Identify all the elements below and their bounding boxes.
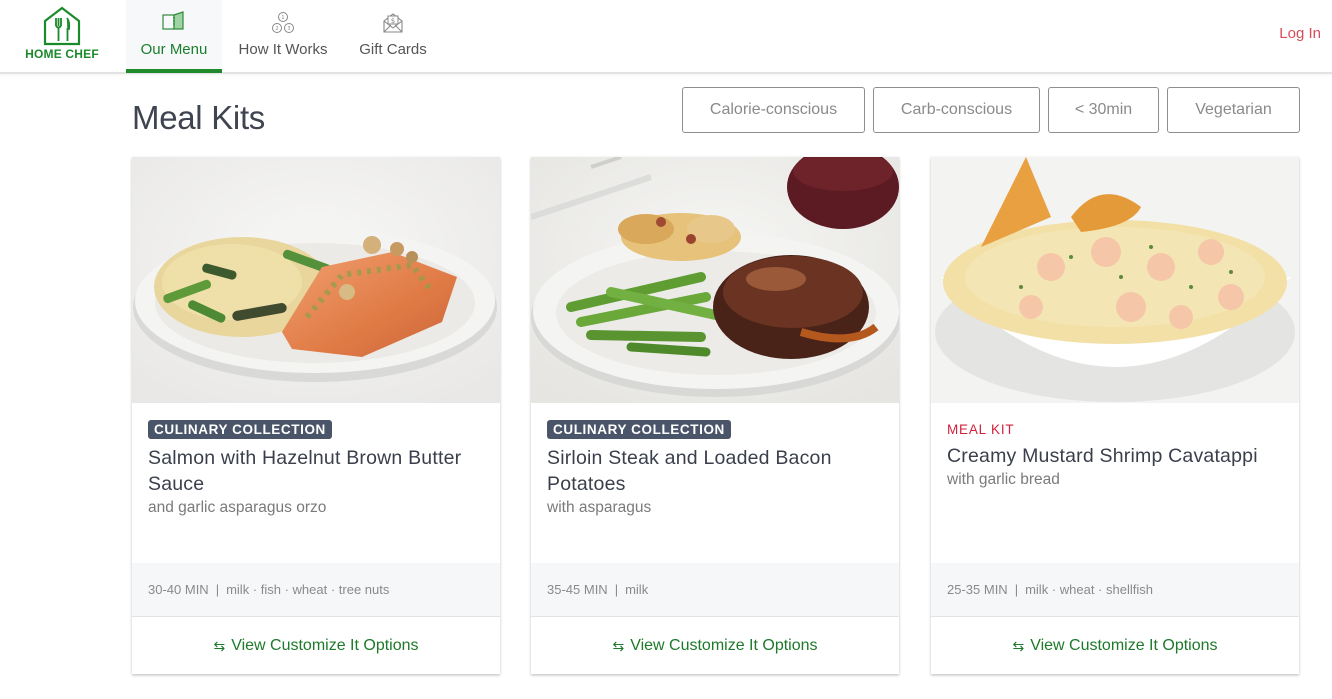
login-link[interactable]: Log In (1279, 25, 1321, 42)
meal-photo-shrimp-pasta[interactable] (931, 157, 1299, 403)
meal-meta: 35-45 MIN | milk (531, 563, 899, 617)
view-customize-options-button[interactable]: ⇆ View Customize It Options (132, 618, 500, 674)
svg-text:$: $ (391, 17, 395, 25)
filter-under-30min[interactable]: < 30min (1048, 87, 1159, 133)
nav-how-it-works[interactable]: 1 2 3 How It Works (230, 0, 336, 73)
svg-text:3: 3 (287, 26, 290, 32)
swap-arrows-icon: ⇆ (213, 637, 226, 654)
steps-icon: 1 2 3 (269, 11, 297, 41)
meal-meta: 25-35 MIN | milk · wheat · shellfish (931, 563, 1299, 617)
filter-vegetarian[interactable]: Vegetarian (1167, 87, 1300, 133)
meal-meta: 30-40 MIN | milk · fish · wheat · tree n… (132, 563, 500, 617)
cook-time: 35-45 MIN (547, 582, 608, 597)
nav-label: Gift Cards (359, 41, 427, 58)
nav-our-menu[interactable]: Our Menu (126, 0, 222, 73)
nav-label: Our Menu (140, 41, 208, 58)
filter-carb-conscious[interactable]: Carb-conscious (873, 87, 1040, 133)
page-title: Meal Kits (132, 99, 266, 136)
home-chef-logo[interactable]: HOME CHEF (18, 6, 106, 66)
menu-book-icon (161, 11, 187, 37)
meal-card-body: CULINARY COLLECTION Salmon with Hazelnut… (132, 403, 500, 563)
cook-time: 30-40 MIN (148, 582, 209, 597)
collection-badge: CULINARY COLLECTION (148, 420, 332, 439)
meal-photo-steak[interactable] (531, 157, 899, 403)
meal-card-body: MEAL KIT Creamy Mustard Shrimp Cavatappi… (931, 403, 1299, 563)
meal-card: CULINARY COLLECTION Salmon with Hazelnut… (132, 157, 500, 674)
gift-envelope-icon: $ (381, 11, 405, 39)
meal-subtitle: and garlic asparagus orzo (148, 499, 327, 516)
customize-label: View Customize It Options (231, 637, 419, 654)
svg-text:1: 1 (281, 15, 284, 21)
nav-gift-cards[interactable]: $ Gift Cards (352, 0, 434, 73)
meta-separator: | (1014, 582, 1019, 597)
meta-separator: | (614, 582, 619, 597)
meal-subtitle: with asparagus (547, 499, 652, 516)
allergens: milk · wheat · shellfish (1025, 582, 1153, 597)
meal-kit-badge: MEAL KIT (947, 422, 1015, 437)
svg-text:2: 2 (275, 26, 278, 32)
view-customize-options-button[interactable]: ⇆ View Customize It Options (931, 618, 1299, 674)
meal-card: MEAL KIT Creamy Mustard Shrimp Cavatappi… (931, 157, 1299, 674)
top-nav: HOME CHEF Our Menu 1 2 3 How It Works $ … (0, 0, 1332, 74)
meal-card-body: CULINARY COLLECTION Sirloin Steak and Lo… (531, 403, 899, 563)
allergens: milk · fish · wheat · tree nuts (226, 582, 390, 597)
cook-time: 25-35 MIN (947, 582, 1008, 597)
meal-card: CULINARY COLLECTION Sirloin Steak and Lo… (531, 157, 899, 674)
swap-arrows-icon: ⇆ (1012, 637, 1025, 654)
swap-arrows-icon: ⇆ (612, 637, 625, 654)
allergens: milk (625, 582, 649, 597)
collection-badge: CULINARY COLLECTION (547, 420, 731, 439)
filter-bar: Calorie-conscious Carb-conscious < 30min… (682, 87, 1300, 133)
meal-photo-salmon[interactable] (132, 157, 500, 403)
nav-label: How It Works (238, 41, 328, 58)
meal-title[interactable]: Salmon with Hazelnut Brown Butter Sauce (148, 445, 484, 497)
meal-subtitle: with garlic bread (947, 471, 1060, 488)
view-customize-options-button[interactable]: ⇆ View Customize It Options (531, 618, 899, 674)
logo-text: HOME CHEF (25, 47, 99, 61)
meal-title[interactable]: Sirloin Steak and Loaded Bacon Potatoes (547, 445, 883, 497)
filter-calorie-conscious[interactable]: Calorie-conscious (682, 87, 865, 133)
customize-label: View Customize It Options (630, 637, 818, 654)
meta-separator: | (215, 582, 220, 597)
meal-title[interactable]: Creamy Mustard Shrimp Cavatappi (947, 443, 1283, 469)
house-utensils-icon (43, 6, 81, 46)
customize-label: View Customize It Options (1030, 637, 1218, 654)
